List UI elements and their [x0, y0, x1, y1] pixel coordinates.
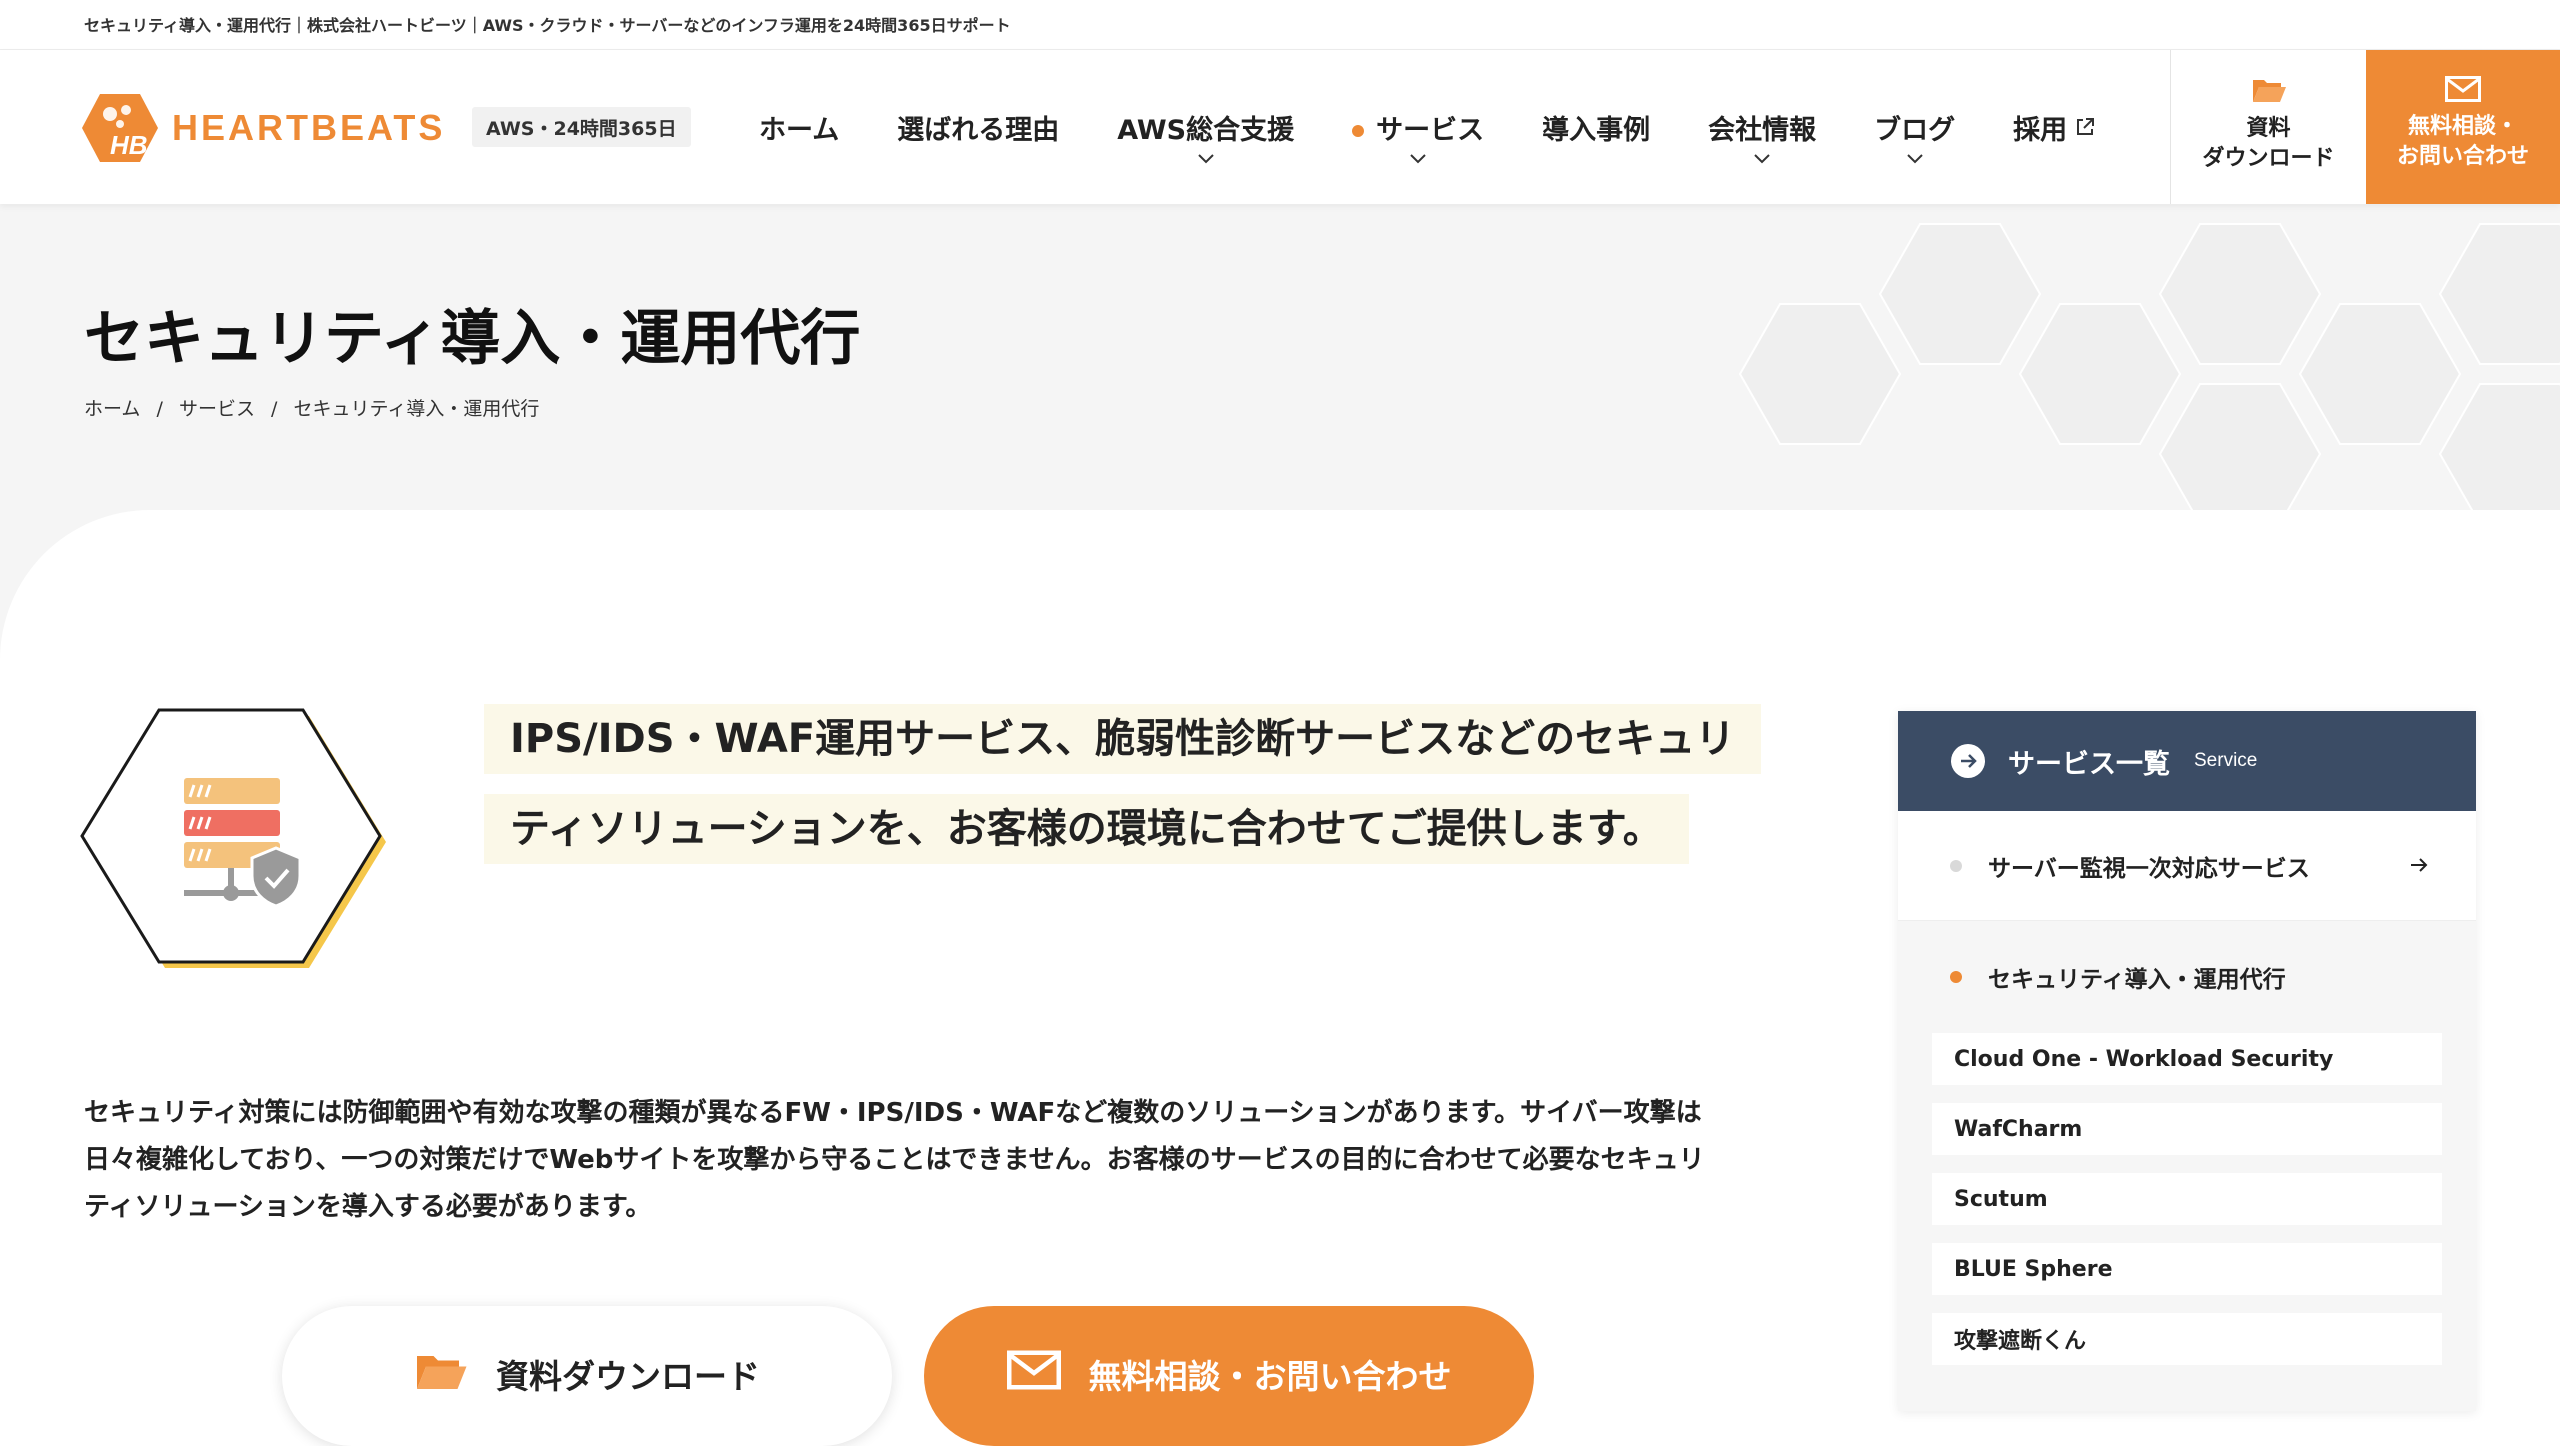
nav-label: AWS総合支援: [1117, 114, 1295, 146]
logo-text: HEARTBEATS: [172, 107, 446, 148]
support-badge: AWS・24時間365日: [472, 107, 691, 147]
external-link-icon: [2077, 118, 2095, 135]
site-header: HB HEARTBEATS AWS・24時間365日 ホーム 選ばれる理由 AW…: [0, 50, 2560, 204]
chevron-down-icon: [1754, 154, 1770, 164]
sidebar-item-label: サーバー監視一次対応サービス: [1988, 855, 2310, 882]
breadcrumb-home[interactable]: ホーム: [84, 398, 140, 420]
service-sidebar: サービス一覧 Service サーバー監視一次対応サービス セキュリティ導入・運…: [1898, 711, 2476, 1411]
contact-button-label: 無料相談・お問い合わせ: [1088, 1357, 1452, 1396]
chevron-down-icon: [1906, 154, 1923, 164]
nav-company[interactable]: 会社情報: [1679, 50, 1845, 204]
contact-button[interactable]: 無料相談・お問い合わせ: [924, 1306, 1534, 1446]
download-button[interactable]: 資料ダウンロード: [282, 1306, 892, 1446]
download-button-label: 資料ダウンロード: [496, 1357, 760, 1396]
sidebar-item-security: セキュリティ導入・運用代行 Cloud One - Workload Secur…: [1898, 921, 2476, 1411]
sidebar-subitem-cloud-one[interactable]: Cloud One - Workload Security: [1932, 1033, 2442, 1085]
contact-line-2: お問い合わせ: [2396, 144, 2529, 169]
header-contact-button[interactable]: 無料相談・ お問い合わせ: [2366, 50, 2560, 204]
page-hero: セキュリティ導入・運用代行 ホーム / サービス / セキュリティ導入・運用代行: [0, 204, 2560, 510]
breadcrumb: ホーム / サービス / セキュリティ導入・運用代行: [84, 394, 539, 421]
nav-label: サービス: [1352, 108, 1484, 147]
site-tagline: セキュリティ導入・運用代行｜株式会社ハートビーツ｜AWS・クラウド・サーバーなど…: [0, 0, 2560, 50]
nav-reasons[interactable]: 選ばれる理由: [868, 50, 1088, 204]
sidebar-subitem-blue-sphere[interactable]: BLUE Sphere: [1932, 1243, 2442, 1295]
service-list-title: サービス一覧: [2008, 748, 2170, 780]
nav-services-text: サービス: [1376, 114, 1485, 146]
sidebar-security-head[interactable]: セキュリティ導入・運用代行: [1898, 921, 2476, 1033]
sidebar-subitem-wafcharm[interactable]: WafCharm: [1932, 1103, 2442, 1155]
nav-case-studies[interactable]: 導入事例: [1513, 50, 1679, 204]
nav-recruit[interactable]: 採用: [1984, 50, 2124, 204]
nav-aws-support[interactable]: AWS総合支援: [1088, 50, 1323, 204]
mail-icon: [1006, 1350, 1061, 1390]
page-title: セキュリティ導入・運用代行: [84, 304, 861, 374]
breadcrumb-current: セキュリティ導入・運用代行: [293, 398, 540, 420]
breadcrumb-separator: /: [271, 398, 278, 420]
nav-blog[interactable]: ブログ: [1845, 50, 1984, 204]
sidebar-item-label: セキュリティ導入・運用代行: [1988, 967, 2286, 993]
arrow-right-icon: [2411, 858, 2428, 872]
intro-paragraph: セキュリティ対策には防御範囲や有効な攻撃の種類が異なるFW・IPS/IDS・WA…: [84, 1098, 1705, 1222]
nav-label: 会社情報: [1708, 114, 1817, 146]
chevron-down-icon: [1197, 154, 1214, 164]
arrow-right-circle-icon: [1951, 744, 1985, 778]
sidebar-subitem-kougeki-shadan[interactable]: 攻撃遮断くん: [1932, 1313, 2442, 1365]
download-line-2: ダウンロード: [2202, 146, 2335, 171]
mail-icon: [2445, 76, 2481, 102]
active-dot-icon: [1352, 125, 1365, 137]
service-list-subtitle: Service: [2194, 750, 2258, 771]
sidebar-item-monitoring[interactable]: サーバー監視一次対応サービス: [1898, 811, 2476, 921]
site-logo[interactable]: HB HEARTBEATS: [80, 88, 445, 168]
nav-home[interactable]: ホーム: [730, 50, 868, 204]
nav-label: 選ばれる理由: [897, 114, 1060, 146]
sidebar-subitem-scutum[interactable]: Scutum: [1932, 1173, 2442, 1225]
nav-label: ブログ: [1874, 114, 1956, 146]
heartbeats-logo-icon: HB: [82, 94, 158, 162]
nav-label: 採用: [2013, 114, 2068, 146]
lead-text: IPS/IDS・WAF運用サービス、脆弱性診断サービスなどのセキュリティソリュー…: [484, 704, 1762, 864]
contact-line-1: 無料相談・: [2407, 114, 2518, 139]
download-line-1: 資料: [2246, 116, 2291, 141]
main-nav: ホーム 選ばれる理由 AWS総合支援 サービス 導入事例 会社情報 ブログ 採用: [730, 50, 2124, 204]
bullet-icon: [1950, 859, 1962, 872]
active-bullet-icon: [1950, 971, 1962, 983]
nav-label: 導入事例: [1542, 114, 1651, 146]
hexagon-pattern-decoration: [1738, 223, 2560, 510]
folder-open-icon: [2252, 80, 2286, 102]
svg-text:HB: HB: [110, 130, 148, 160]
nav-label: ホーム: [759, 114, 840, 146]
security-server-icon: [80, 708, 386, 968]
breadcrumb-separator: /: [156, 398, 163, 420]
service-list-header[interactable]: サービス一覧 Service: [1898, 711, 2476, 811]
folder-open-icon: [417, 1356, 467, 1389]
chevron-down-icon: [1410, 154, 1426, 164]
header-download-button[interactable]: 資料 ダウンロード: [2170, 50, 2366, 204]
breadcrumb-services[interactable]: サービス: [179, 398, 255, 420]
lead-statement: IPS/IDS・WAF運用サービス、脆弱性診断サービスなどのセキュリティソリュー…: [484, 694, 1762, 874]
nav-services[interactable]: サービス: [1323, 50, 1513, 204]
